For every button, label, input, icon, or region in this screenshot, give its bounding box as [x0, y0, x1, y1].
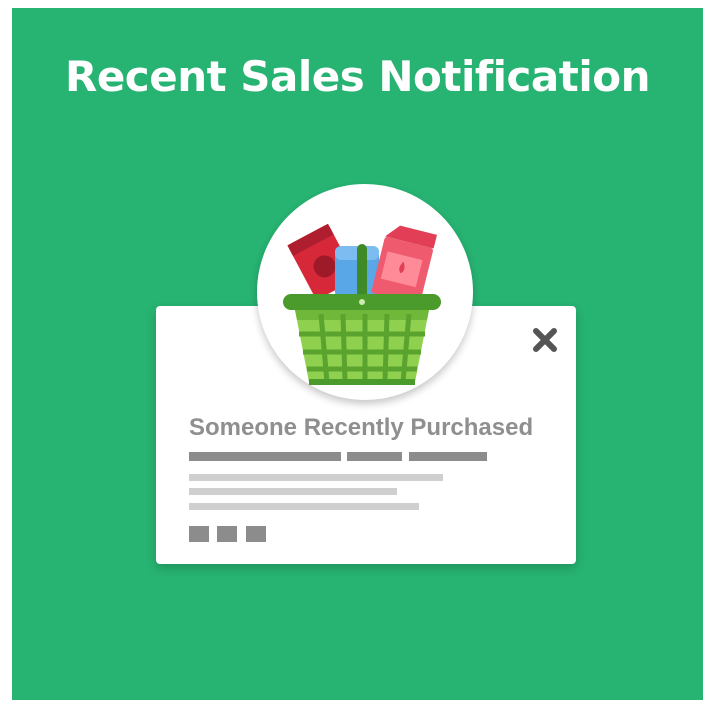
shopping-basket-icon [283, 223, 441, 385]
placeholder-block [189, 526, 209, 542]
placeholder-line-product [347, 452, 402, 461]
placeholder-line-detail [189, 488, 397, 495]
product-image-circle [257, 184, 473, 400]
placeholder-block [246, 526, 266, 542]
banner-title: Recent Sales Notification [64, 52, 651, 101]
placeholder-line-detail [189, 474, 443, 481]
close-icon[interactable] [530, 325, 560, 355]
popup-heading: Someone Recently Purchased [189, 414, 534, 441]
placeholder-line-product [189, 452, 341, 461]
placeholder-block [217, 526, 237, 542]
placeholder-line-product [409, 452, 487, 461]
placeholder-line-detail [189, 503, 419, 510]
banner-canvas: Recent Sales Notification Someone Recent… [12, 8, 703, 700]
